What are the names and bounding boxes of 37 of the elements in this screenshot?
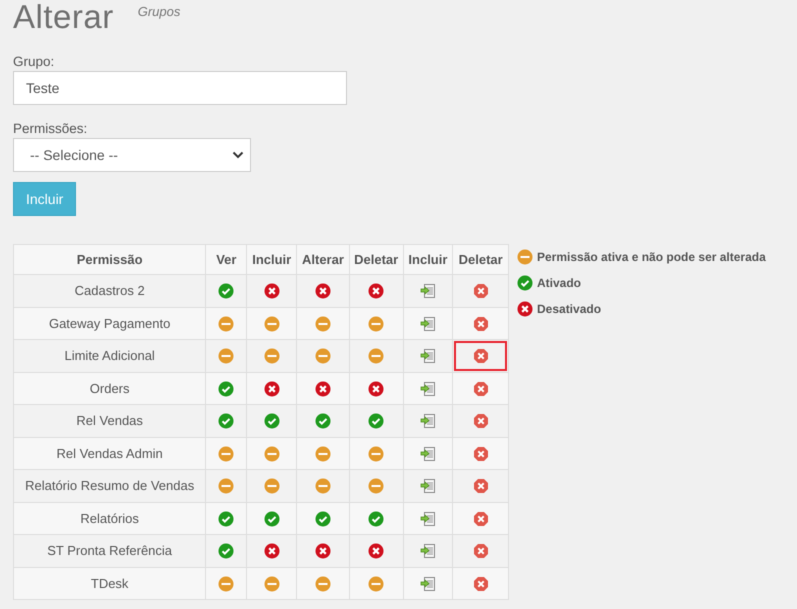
delete-icon[interactable] <box>472 576 489 592</box>
delete-icon[interactable] <box>472 348 489 364</box>
document-arrow-icon[interactable] <box>420 283 436 300</box>
document-arrow-icon[interactable] <box>420 576 436 592</box>
document-arrow-icon[interactable] <box>420 543 436 560</box>
legend-text: Desativado <box>537 302 602 316</box>
document-arrow-icon[interactable] <box>420 348 436 364</box>
delete-icon[interactable] <box>472 380 489 397</box>
chevron-icon <box>232 151 244 159</box>
table-cell: Rel Vendas <box>14 404 206 437</box>
table-cell: Cadastros 2 <box>14 274 206 307</box>
permission-select[interactable]: -- Selecione -- <box>13 138 251 172</box>
column-header: Permissão <box>14 244 206 274</box>
page-title: Alterar <box>13 0 114 34</box>
delete-icon[interactable] <box>472 510 489 527</box>
document-arrow-icon[interactable] <box>420 316 436 332</box>
document-arrow-icon[interactable] <box>420 413 436 430</box>
delete-icon[interactable] <box>472 413 489 430</box>
delete-icon[interactable] <box>472 446 489 462</box>
delete-icon[interactable] <box>472 283 489 300</box>
delete-icon[interactable] <box>472 316 489 332</box>
legend-text: Ativado <box>537 276 582 290</box>
document-arrow-icon[interactable] <box>420 380 436 397</box>
group-input[interactable]: Teste <box>13 71 347 105</box>
table-cell: ST Pronta Referência <box>14 534 206 567</box>
table-cell: Relatório Resumo de Vendas <box>14 470 206 502</box>
legend-text: Permissão ativa e não pode ser alterada <box>537 250 766 264</box>
document-arrow-icon[interactable] <box>420 446 436 462</box>
delete-icon[interactable] <box>472 478 489 494</box>
field-label: Permissões: <box>13 121 88 136</box>
delete-icon[interactable] <box>472 543 489 560</box>
document-arrow-icon[interactable] <box>420 478 436 494</box>
document-arrow-icon[interactable] <box>420 510 436 527</box>
field-label: Grupo: <box>13 54 56 69</box>
table-cell: Limite Adicional <box>14 340 206 372</box>
page-subtitle: Grupos <box>138 4 180 19</box>
table-cell: TDesk <box>14 567 206 600</box>
